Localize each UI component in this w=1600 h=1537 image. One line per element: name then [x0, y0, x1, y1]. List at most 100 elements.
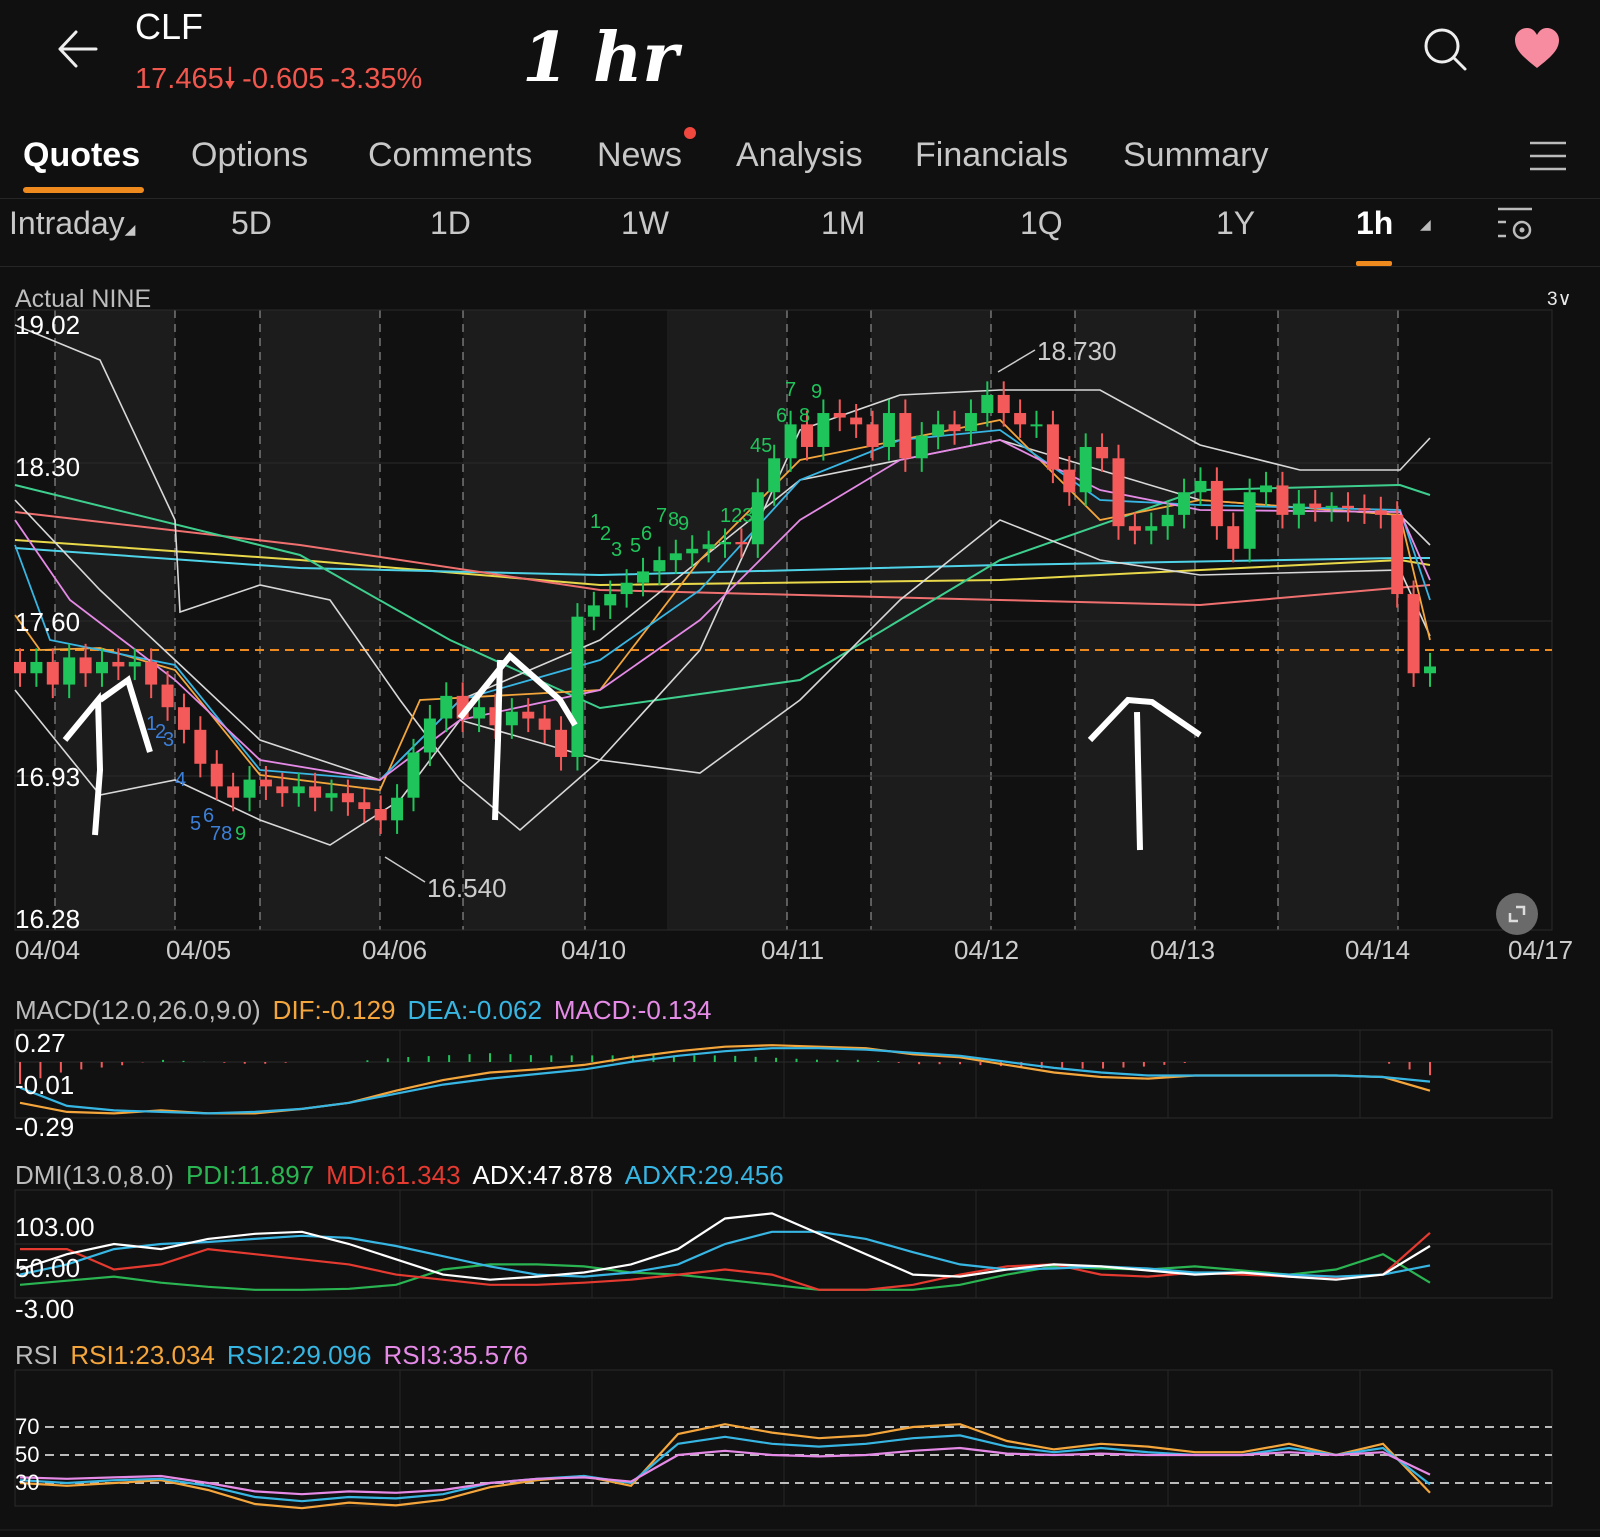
candle-body [505, 711, 518, 726]
candle-body [276, 786, 289, 794]
macd-dif: DIF:-0.129 [272, 995, 396, 1025]
x-tick-label: 04/04 [15, 935, 81, 965]
dmi-y-tick: -3.00 [15, 1294, 75, 1324]
candle-body [702, 544, 715, 549]
td-sequential-count: 9 [235, 823, 246, 845]
x-tick-label: 04/10 [561, 935, 627, 965]
candle-body [1325, 505, 1338, 509]
td-sequential-count: 5 [190, 813, 201, 835]
candle-body [538, 718, 551, 730]
candle-body [915, 435, 928, 459]
candle-body [1046, 424, 1059, 470]
td-sequential-count: 4 [175, 769, 186, 791]
y-tick-label: 16.93 [15, 762, 81, 792]
candle-body [292, 786, 305, 794]
dmi-params: DMI(13.0,8.0) [15, 1160, 174, 1190]
td-sequential-count: 3 [611, 539, 622, 561]
dmi-legend[interactable]: DMI(13.0,8.0) PDI:11.897 MDI:61.343 ADX:47.… [15, 1160, 796, 1191]
rsi-legend[interactable]: RSI RSI1:23.034 RSI2:29.096 RSI3:35.576 [15, 1340, 540, 1371]
candle-body [407, 752, 420, 798]
candle-body [587, 605, 600, 617]
rsi-y-tick: 50 [15, 1442, 40, 1467]
candle-body [669, 553, 682, 561]
td-sequential-count: 5 [630, 535, 641, 557]
candle-body [653, 560, 666, 572]
candle-body [423, 718, 436, 753]
candle-body [358, 802, 371, 810]
candle-body [1210, 480, 1223, 527]
td-sequential-count: 7 [785, 379, 796, 401]
macd-legend[interactable]: MACD(12.0,26.0,9.0) DIF:-0.129 DEA:-0.062 M… [15, 995, 723, 1026]
dmi-mdi: MDI:61.343 [326, 1160, 461, 1190]
td-sequential-count: 9 [811, 381, 822, 403]
rsi3-value: RSI3:35.576 [383, 1340, 529, 1370]
candle-body [1063, 469, 1076, 493]
fullscreen-button[interactable] [1496, 893, 1538, 935]
candle-body [899, 413, 912, 459]
y-tick-label: 16.28 [15, 904, 81, 934]
candle-body [620, 582, 633, 595]
candle-body [784, 424, 797, 459]
x-tick-label: 04/17 [1508, 935, 1574, 965]
session-band [1195, 310, 1278, 930]
candle-body [1227, 526, 1240, 549]
candle-body [1243, 492, 1256, 549]
candle-body [604, 594, 617, 606]
macd-y-tick: -0.01 [15, 1070, 75, 1100]
td-sequential-count: 8 [799, 405, 810, 427]
candle-body [14, 661, 26, 674]
candle-body [1374, 510, 1387, 515]
candle-body [800, 424, 813, 447]
candle-body [850, 417, 863, 425]
x-tick-label: 04/05 [166, 935, 232, 965]
td-sequential-count: 6 [776, 405, 787, 427]
session-band [260, 310, 380, 930]
candle-body [1145, 526, 1158, 531]
candle-body [1030, 424, 1043, 427]
candle-body [46, 661, 59, 685]
candle-body [1079, 446, 1092, 493]
td-sequential-count: 9 [678, 513, 689, 535]
candle-body [637, 571, 650, 583]
candle-body [30, 661, 43, 674]
td-sequential-count: 3 [163, 729, 174, 751]
td-sequential-count: 6 [641, 523, 652, 545]
macd-params: MACD(12.0,26.0,9.0) [15, 995, 261, 1025]
candle-body [522, 711, 535, 719]
x-tick-label: 04/12 [954, 935, 1020, 965]
session-band [1075, 310, 1195, 930]
dmi-adx: ADX:47.878 [472, 1160, 613, 1190]
macd-dea: DEA:-0.062 [407, 995, 542, 1025]
td-sequential-count: 123 [720, 505, 753, 527]
x-tick-label: 04/11 [761, 935, 825, 965]
candle-body [1178, 492, 1191, 515]
candle-body [571, 616, 584, 757]
dmi-y-tick: 103.00 [15, 1212, 95, 1242]
rsi2-value: RSI2:29.096 [226, 1340, 372, 1370]
y-tick-label: 18.30 [15, 452, 81, 482]
session-band [787, 310, 871, 930]
td-sequential-count: 7 [656, 505, 667, 527]
candle-body [1391, 514, 1404, 595]
rsi-label: RSI [15, 1340, 59, 1370]
candle-body [227, 786, 240, 798]
candle-body [341, 793, 354, 803]
chart-canvas[interactable]: 123 567 89 1234576 8912345 678 9 [0, 0, 1600, 1537]
macd-y-tick: -0.29 [15, 1112, 75, 1142]
candle-body [1096, 446, 1109, 459]
macd-value: MACD:-0.134 [553, 995, 712, 1025]
candle-body [1128, 526, 1141, 531]
candle-body [1276, 485, 1289, 515]
candle-body [243, 779, 256, 798]
candle-body [309, 786, 322, 798]
candle-body [1424, 666, 1436, 674]
candle-body [686, 548, 699, 554]
session-band [1278, 310, 1398, 930]
y-tick-label: 17.60 [15, 607, 81, 637]
candle-body [1194, 480, 1207, 493]
candle-body [95, 661, 108, 674]
candle-body [161, 684, 174, 708]
dmi-pdi: PDI:11.897 [185, 1160, 315, 1190]
hand-drawn-arrow [1134, 711, 1143, 851]
low-price-label: 16.540 [427, 873, 507, 903]
